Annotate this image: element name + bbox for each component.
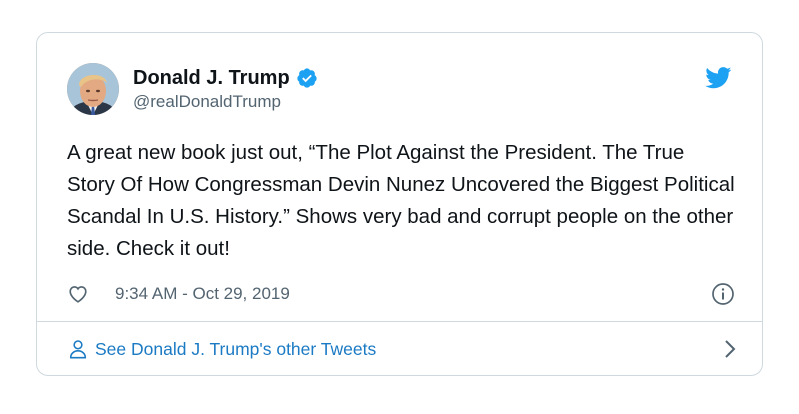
verified-badge-icon	[297, 67, 317, 88]
twitter-bird-icon[interactable]	[705, 67, 732, 89]
embedded-tweet-card[interactable]: Donald J. Trump @realDonaldTrump A great…	[36, 32, 763, 376]
avatar[interactable]	[67, 63, 119, 115]
see-other-tweets-label[interactable]: See Donald J. Trump's other Tweets	[95, 339, 376, 360]
info-icon[interactable]	[711, 282, 735, 306]
name-row: Donald J. Trump	[133, 66, 318, 90]
tweet-header: Donald J. Trump @realDonaldTrump	[67, 61, 318, 117]
see-other-tweets-link[interactable]: See Donald J. Trump's other Tweets	[67, 322, 737, 376]
person-icon	[69, 340, 87, 359]
author-handle[interactable]: @realDonaldTrump	[133, 91, 318, 113]
chevron-right-icon[interactable]	[723, 339, 737, 359]
author-display-name[interactable]: Donald J. Trump	[133, 66, 290, 90]
author-names: Donald J. Trump @realDonaldTrump	[133, 66, 318, 113]
tweet-text: A great new book just out, “The Plot Aga…	[67, 141, 735, 260]
heart-icon[interactable]	[67, 283, 89, 305]
tweet-timestamp[interactable]: 9:34 AM - Oct 29, 2019	[115, 284, 290, 304]
tweet-meta: 9:34 AM - Oct 29, 2019	[67, 280, 735, 308]
